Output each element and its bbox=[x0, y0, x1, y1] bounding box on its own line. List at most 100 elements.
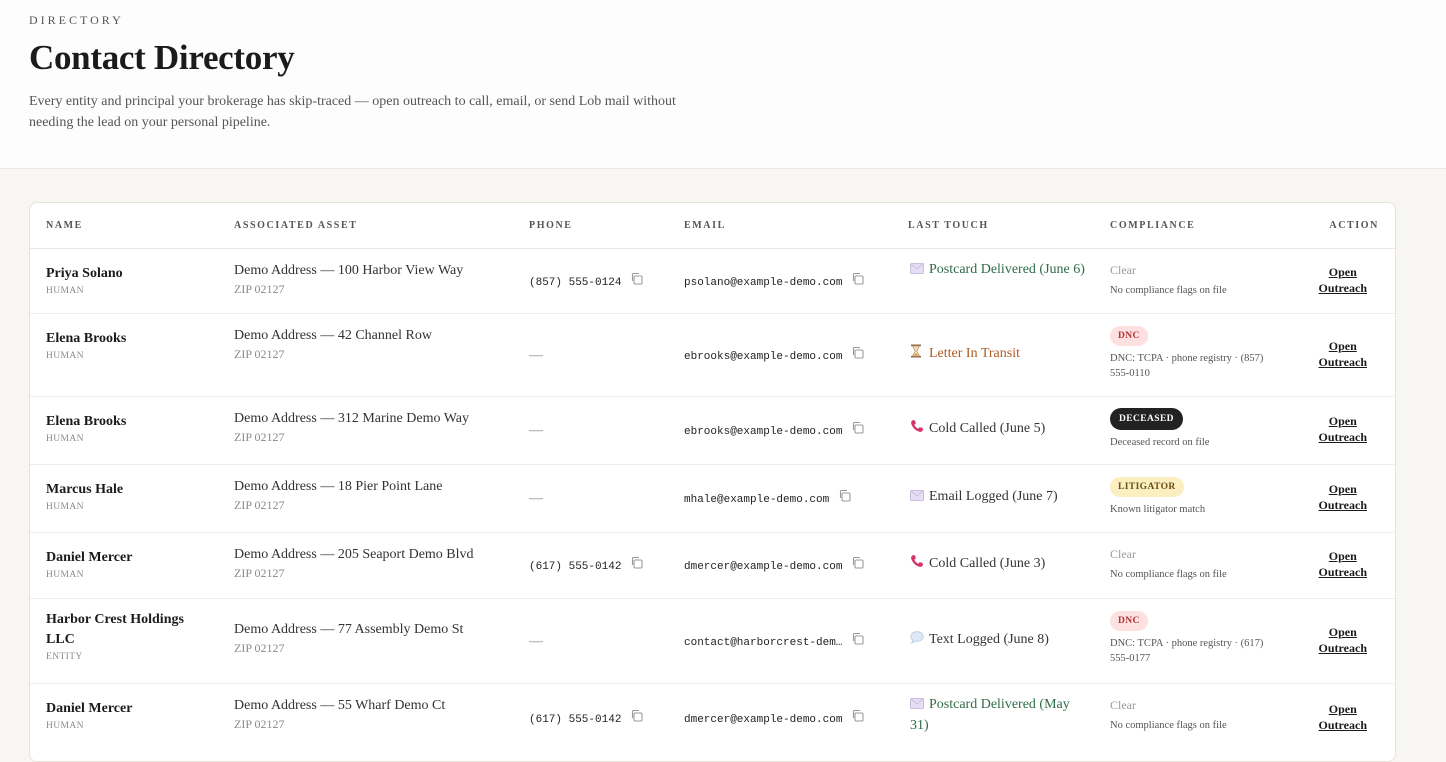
phone-number[interactable]: (617) 555-0142 bbox=[529, 714, 621, 726]
envelope-icon bbox=[910, 488, 924, 508]
copy-email-icon[interactable] bbox=[851, 632, 864, 650]
asset-address[interactable]: Demo Address — 205 Seaport Demo Blvd bbox=[234, 547, 514, 563]
column-header-email[interactable]: EMAIL bbox=[684, 220, 726, 231]
contact-name-cell: Marcus Hale HUMAN bbox=[46, 480, 211, 512]
asset-address[interactable]: Demo Address — 55 Wharf Demo Ct bbox=[234, 698, 514, 714]
action-label-line2[interactable]: Outreach bbox=[1319, 640, 1367, 656]
action-label-line2[interactable]: Outreach bbox=[1319, 497, 1367, 513]
column-header-compliance[interactable]: COMPLIANCE bbox=[1110, 220, 1195, 231]
email-address[interactable]: psolano@example-demo.com bbox=[684, 277, 842, 289]
phone-number: — bbox=[529, 491, 543, 506]
contact-name-cell: Elena Brooks HUMAN bbox=[46, 412, 211, 444]
postcard-icon bbox=[910, 261, 924, 281]
action-label-line1[interactable]: Open bbox=[1319, 548, 1367, 564]
action-label-line1[interactable]: Open bbox=[1319, 701, 1367, 717]
action-label-line1[interactable]: Open bbox=[1319, 413, 1367, 429]
action-label-line1[interactable]: Open bbox=[1319, 338, 1367, 354]
contact-name[interactable]: Priya Solano bbox=[46, 264, 211, 284]
asset-address[interactable]: Demo Address — 100 Harbor View Way bbox=[234, 263, 514, 279]
contact-type-label: HUMAN bbox=[46, 721, 84, 731]
asset-zip: ZIP 02127 bbox=[234, 347, 285, 361]
open-outreach-button[interactable]: Open Outreach bbox=[1319, 624, 1367, 656]
column-header-name[interactable]: NAME bbox=[46, 220, 83, 231]
action-label-line1[interactable]: Open bbox=[1319, 481, 1367, 497]
contact-name[interactable]: Harbor Crest Holdings LLC bbox=[46, 610, 211, 650]
column-header-last-touch[interactable]: LAST TOUCH bbox=[908, 220, 989, 231]
contact-name[interactable]: Daniel Mercer bbox=[46, 548, 211, 568]
copy-email-icon[interactable] bbox=[851, 421, 864, 439]
action-label-line2[interactable]: Outreach bbox=[1319, 717, 1367, 733]
email-cell: psolano@example-demo.com bbox=[684, 272, 864, 290]
copy-email-icon[interactable] bbox=[851, 346, 864, 364]
table-row: Marcus Hale HUMAN Demo Address — 18 Pier P… bbox=[30, 464, 1395, 533]
copy-phone-icon[interactable] bbox=[630, 709, 643, 727]
contact-table: NAME ASSOCIATED ASSET PHONE EMAIL LAST T… bbox=[29, 202, 1396, 762]
contact-name-cell: Elena Brooks HUMAN bbox=[46, 329, 211, 361]
asset-cell: Demo Address — 100 Harbor View Way ZIP 02… bbox=[234, 263, 514, 297]
email-cell: contact@harborcrest-dem… bbox=[684, 632, 864, 650]
phone-number: — bbox=[529, 634, 543, 649]
open-outreach-button[interactable]: Open Outreach bbox=[1319, 701, 1367, 733]
last-touch-text: Letter In Transit bbox=[929, 346, 1020, 361]
asset-zip: ZIP 02127 bbox=[234, 430, 285, 444]
email-cell: mhale@example-demo.com bbox=[684, 489, 851, 507]
contact-name[interactable]: Elena Brooks bbox=[46, 412, 211, 432]
phone-cell: (857) 555-0124 bbox=[529, 272, 643, 290]
copy-phone-icon[interactable] bbox=[630, 272, 643, 290]
phone-cell: — bbox=[529, 421, 543, 439]
copy-phone-icon[interactable] bbox=[630, 556, 643, 574]
copy-email-icon[interactable] bbox=[851, 272, 864, 290]
compliance-cell: LITIGATOR Known litigator match bbox=[1110, 476, 1270, 517]
open-outreach-button[interactable]: Open Outreach bbox=[1319, 548, 1367, 580]
email-cell: dmercer@example-demo.com bbox=[684, 556, 864, 574]
asset-address[interactable]: Demo Address — 77 Assembly Demo St bbox=[234, 622, 514, 638]
last-touch-cell: Email Logged (June 7) bbox=[910, 487, 1090, 508]
table-row: Daniel Mercer HUMAN Demo Address — 55 Whar… bbox=[30, 683, 1395, 753]
phone-cell: (617) 555-0142 bbox=[529, 556, 643, 574]
asset-zip: ZIP 02127 bbox=[234, 282, 285, 296]
action-label-line1[interactable]: Open bbox=[1319, 624, 1367, 640]
asset-cell: Demo Address — 312 Marine Demo Way ZIP 02… bbox=[234, 411, 514, 445]
phone-icon bbox=[910, 419, 924, 440]
copy-email-icon[interactable] bbox=[851, 556, 864, 574]
email-address[interactable]: dmercer@example-demo.com bbox=[684, 714, 842, 726]
action-label-line1[interactable]: Open bbox=[1319, 264, 1367, 280]
contact-name[interactable]: Daniel Mercer bbox=[46, 699, 211, 719]
compliance-cell: DNC DNC: TCPA · phone registry · (617) 55… bbox=[1110, 610, 1270, 666]
contact-name[interactable]: Marcus Hale bbox=[46, 480, 211, 500]
email-address[interactable]: mhale@example-demo.com bbox=[684, 494, 829, 506]
open-outreach-button[interactable]: Open Outreach bbox=[1319, 264, 1367, 296]
email-cell: dmercer@example-demo.com bbox=[684, 709, 864, 727]
page-subtitle: Every entity and principal your brokerag… bbox=[29, 94, 676, 130]
email-address[interactable]: ebrooks@example-demo.com bbox=[684, 426, 842, 438]
compliance-cell: Clear No compliance flags on file bbox=[1110, 547, 1270, 582]
phone-number[interactable]: (857) 555-0124 bbox=[529, 277, 621, 289]
copy-email-icon[interactable] bbox=[838, 489, 851, 507]
asset-address[interactable]: Demo Address — 42 Channel Row bbox=[234, 328, 514, 344]
column-header-asset[interactable]: ASSOCIATED ASSET bbox=[234, 220, 358, 231]
email-address[interactable]: ebrooks@example-demo.com bbox=[684, 351, 842, 363]
phone-cell: — bbox=[529, 632, 543, 650]
email-address[interactable]: dmercer@example-demo.com bbox=[684, 561, 842, 573]
email-address[interactable]: contact@harborcrest-dem… bbox=[684, 637, 842, 649]
open-outreach-button[interactable]: Open Outreach bbox=[1319, 338, 1367, 370]
asset-address[interactable]: Demo Address — 18 Pier Point Lane bbox=[234, 479, 514, 495]
table-row: Priya Solano HUMAN Demo Address — 100 Harb… bbox=[30, 248, 1395, 314]
phone-cell: — bbox=[529, 489, 543, 507]
asset-address[interactable]: Demo Address — 312 Marine Demo Way bbox=[234, 411, 514, 427]
speech-bubble-icon bbox=[910, 631, 924, 651]
open-outreach-button[interactable]: Open Outreach bbox=[1319, 413, 1367, 445]
compliance-note: No compliance flags on file bbox=[1110, 569, 1227, 580]
action-label-line2[interactable]: Outreach bbox=[1319, 564, 1367, 580]
action-label-line2[interactable]: Outreach bbox=[1319, 354, 1367, 370]
action-label-line2[interactable]: Outreach bbox=[1319, 429, 1367, 445]
contact-name[interactable]: Elena Brooks bbox=[46, 329, 211, 349]
phone-number[interactable]: (617) 555-0142 bbox=[529, 561, 621, 573]
compliance-note: Deceased record on file bbox=[1110, 437, 1210, 448]
action-label-line2[interactable]: Outreach bbox=[1319, 280, 1367, 296]
open-outreach-button[interactable]: Open Outreach bbox=[1319, 481, 1367, 513]
contact-type-label: HUMAN bbox=[46, 570, 84, 580]
column-header-phone[interactable]: PHONE bbox=[529, 220, 573, 231]
copy-email-icon[interactable] bbox=[851, 709, 864, 727]
last-touch-cell: Postcard Delivered (May 31) bbox=[910, 695, 1090, 736]
